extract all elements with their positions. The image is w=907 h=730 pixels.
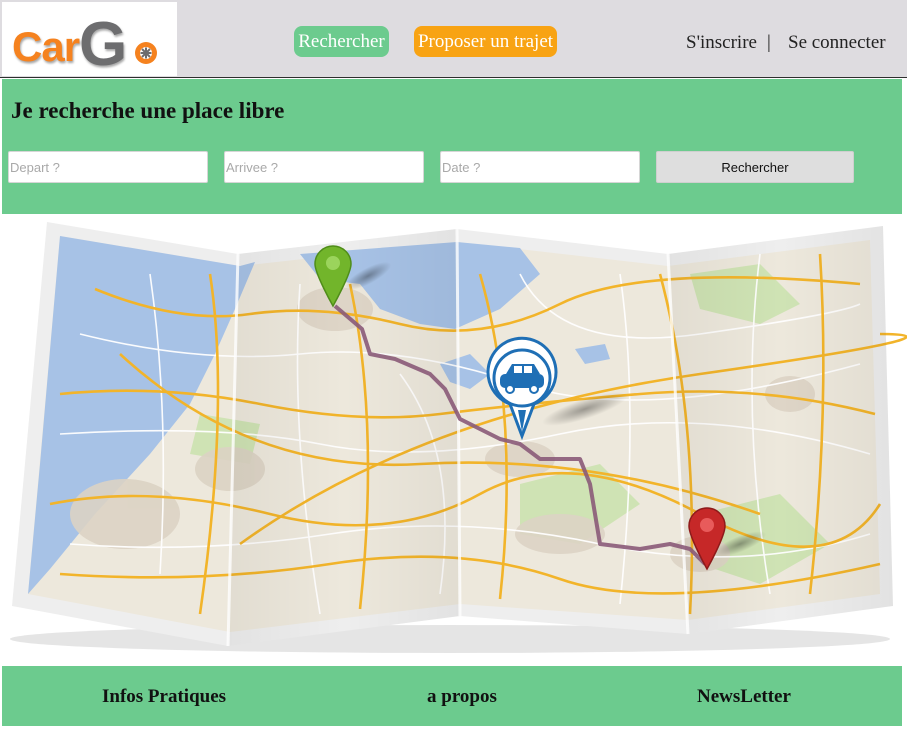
departure-input[interactable]	[8, 151, 208, 183]
auth-separator: |	[767, 32, 771, 53]
search-panel: Je recherche une place libre Rechercher	[2, 79, 902, 214]
date-input[interactable]	[440, 151, 640, 183]
nav-propose-trip-button[interactable]: Proposer un trajet	[414, 26, 557, 57]
logo-prefix: Car	[12, 23, 80, 70]
nav-search-button[interactable]: Rechercher	[294, 26, 389, 57]
signup-link[interactable]: S'inscrire	[686, 30, 757, 56]
site-footer: Infos Pratiques a propos NewsLetter	[2, 666, 902, 726]
footer-link-infos[interactable]: Infos Pratiques	[102, 686, 226, 708]
site-header: CarGo Rechercher Proposer un trajet S'in…	[0, 0, 907, 78]
footer-link-newsletter[interactable]: NewsLetter	[697, 686, 791, 708]
logo[interactable]: CarGo	[2, 2, 177, 76]
map-illustration	[0, 214, 907, 666]
login-link[interactable]: Se connecter	[788, 30, 886, 56]
folded-map-image	[10, 222, 907, 653]
arrival-input[interactable]	[224, 151, 424, 183]
logo-wordmark: CarGo	[12, 14, 151, 76]
logo-letter-g: G	[79, 10, 127, 79]
search-submit-button[interactable]: Rechercher	[656, 151, 854, 183]
search-title: Je recherche une place libre	[11, 98, 285, 123]
wheel-icon	[135, 42, 157, 64]
footer-link-about[interactable]: a propos	[427, 686, 497, 708]
